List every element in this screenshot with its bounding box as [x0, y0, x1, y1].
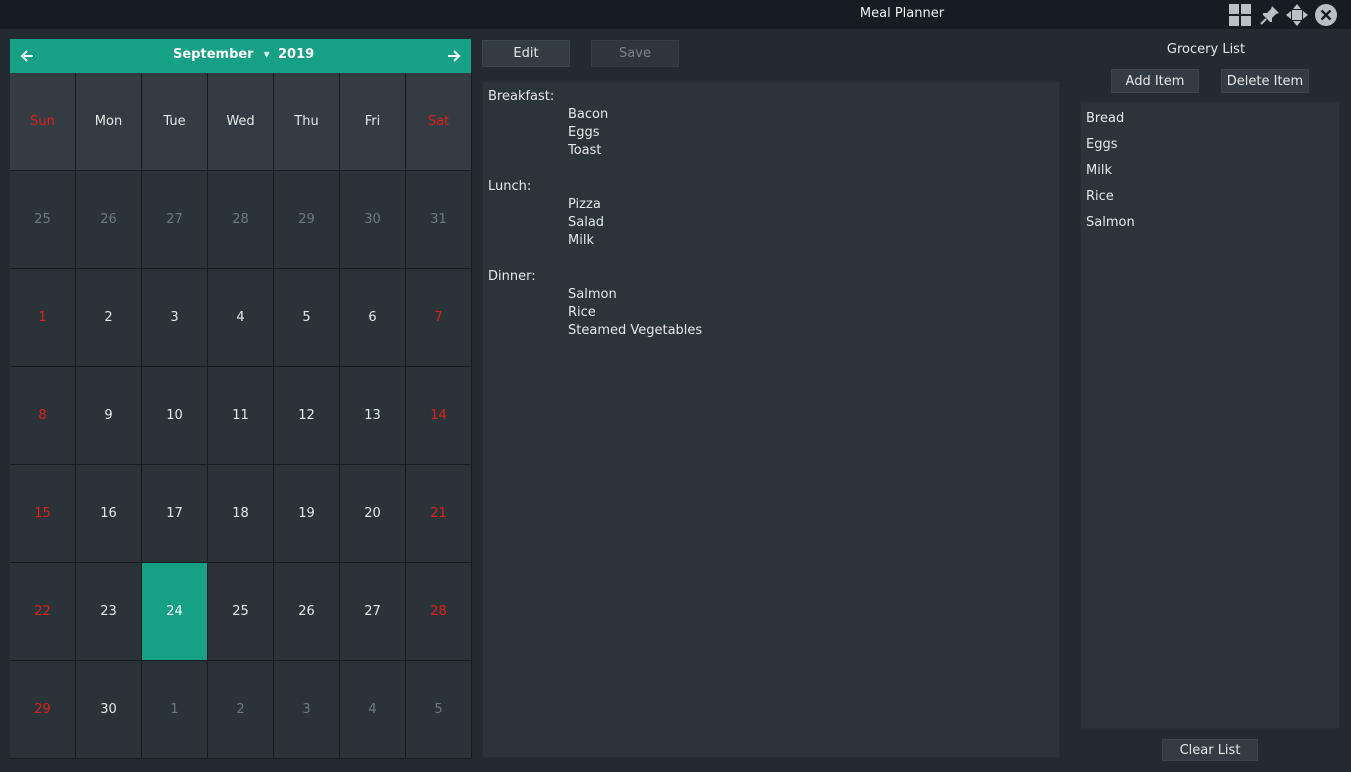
- list-item[interactable]: Milk: [1086, 158, 1334, 184]
- month-selector[interactable]: September ▼: [173, 47, 270, 62]
- calendar-day[interactable]: 12: [274, 367, 340, 465]
- calendar-day[interactable]: 4: [208, 269, 274, 367]
- calendar-day[interactable]: 9: [76, 367, 142, 465]
- calendar-day[interactable]: 21: [406, 465, 472, 563]
- calendar-day[interactable]: 2: [208, 661, 274, 759]
- calendar-day[interactable]: 30: [340, 171, 406, 269]
- calendar-day[interactable]: 13: [340, 367, 406, 465]
- calendar-day[interactable]: 4: [340, 661, 406, 759]
- window-title: Meal Planner: [859, 6, 945, 21]
- month-label: September: [173, 47, 254, 62]
- calendar-day[interactable]: 1: [10, 269, 76, 367]
- calendar-day[interactable]: 7: [406, 269, 472, 367]
- calendar-day[interactable]: 26: [274, 563, 340, 661]
- calendar-day[interactable]: 30: [76, 661, 142, 759]
- save-button[interactable]: Save: [591, 40, 679, 67]
- calendar-day[interactable]: 2: [76, 269, 142, 367]
- calendar-day[interactable]: 8: [10, 367, 76, 465]
- meal-item: Toast: [568, 143, 602, 158]
- arrow-left-icon: [20, 50, 33, 62]
- calendar-day[interactable]: 23: [76, 563, 142, 661]
- calendar-day[interactable]: 17: [142, 465, 208, 563]
- meal-plan-text-area[interactable]: Breakfast: Bacon Eggs Toast Lunch: Pizza…: [482, 81, 1060, 758]
- weekday-mon: Mon: [76, 73, 142, 171]
- calendar-day-selected[interactable]: 24: [142, 563, 208, 661]
- calendar-day[interactable]: 29: [10, 661, 76, 759]
- weekday-sun: Sun: [10, 73, 76, 171]
- calendar-day[interactable]: 5: [274, 269, 340, 367]
- move-icon[interactable]: [1285, 3, 1309, 27]
- arrow-right-icon: [448, 50, 461, 62]
- calendar-grid: Sun Mon Tue Wed Thu Fri Sat 25 26 27 28 …: [10, 73, 472, 759]
- previous-month-button[interactable]: [10, 39, 44, 73]
- meal-label: Lunch:: [488, 179, 532, 194]
- tile-windows-icon[interactable]: [1228, 3, 1252, 27]
- close-icon[interactable]: [1314, 3, 1338, 27]
- calendar-day[interactable]: 29: [274, 171, 340, 269]
- list-item[interactable]: Eggs: [1086, 132, 1334, 158]
- meal-item: Rice: [568, 305, 596, 320]
- calendar-day[interactable]: 20: [340, 465, 406, 563]
- meal-item: Salad: [568, 215, 605, 230]
- calendar-day[interactable]: 15: [10, 465, 76, 563]
- calendar-day[interactable]: 18: [208, 465, 274, 563]
- meal-section-dinner: Dinner: Salmon Rice Steamed Vegetables: [488, 268, 1054, 340]
- weekday-fri: Fri: [340, 73, 406, 171]
- grocery-list[interactable]: Bread Eggs Milk Rice Salmon: [1080, 101, 1340, 729]
- calendar-day[interactable]: 27: [142, 171, 208, 269]
- calendar-day[interactable]: 25: [10, 171, 76, 269]
- calendar-day[interactable]: 1: [142, 661, 208, 759]
- weekday-thu: Thu: [274, 73, 340, 171]
- calendar-day[interactable]: 26: [76, 171, 142, 269]
- calendar: September ▼ 2019 Sun Mon Tue Wed Thu Fri…: [10, 39, 472, 759]
- calendar-day[interactable]: 10: [142, 367, 208, 465]
- meal-item: Salmon: [568, 287, 617, 302]
- grocery-list-title: Grocery List: [1166, 42, 1246, 57]
- meal-item: Milk: [568, 233, 594, 248]
- delete-item-button[interactable]: Delete Item: [1221, 69, 1309, 93]
- calendar-day[interactable]: 3: [142, 269, 208, 367]
- meal-item: Steamed Vegetables: [568, 323, 703, 338]
- clear-list-button[interactable]: Clear List: [1162, 739, 1258, 761]
- calendar-day[interactable]: 19: [274, 465, 340, 563]
- calendar-day[interactable]: 28: [406, 563, 472, 661]
- chevron-down-icon: ▼: [263, 50, 270, 59]
- list-item[interactable]: Rice: [1086, 184, 1334, 210]
- add-item-button[interactable]: Add Item: [1111, 69, 1199, 93]
- pin-icon[interactable]: [1258, 3, 1282, 27]
- meal-label: Dinner:: [488, 269, 536, 284]
- meal-label: Breakfast:: [488, 89, 555, 104]
- calendar-day[interactable]: 14: [406, 367, 472, 465]
- weekday-sat: Sat: [406, 73, 472, 171]
- meal-item: Bacon: [568, 107, 609, 122]
- title-bar: Meal Planner: [0, 0, 1351, 29]
- calendar-day[interactable]: 22: [10, 563, 76, 661]
- calendar-day[interactable]: 27: [340, 563, 406, 661]
- calendar-header: September ▼ 2019: [10, 39, 471, 73]
- meal-item: Pizza: [568, 197, 601, 212]
- list-item[interactable]: Bread: [1086, 106, 1334, 132]
- calendar-day[interactable]: 25: [208, 563, 274, 661]
- list-item[interactable]: Salmon: [1086, 210, 1334, 236]
- calendar-day[interactable]: 3: [274, 661, 340, 759]
- edit-button[interactable]: Edit: [482, 40, 570, 67]
- meal-item: Eggs: [568, 125, 600, 140]
- year-selector[interactable]: 2019: [278, 47, 314, 62]
- calendar-day[interactable]: 6: [340, 269, 406, 367]
- next-month-button[interactable]: [437, 39, 471, 73]
- weekday-wed: Wed: [208, 73, 274, 171]
- calendar-day[interactable]: 28: [208, 171, 274, 269]
- calendar-day[interactable]: 16: [76, 465, 142, 563]
- calendar-day[interactable]: 5: [406, 661, 472, 759]
- meal-section-lunch: Lunch: Pizza Salad Milk: [488, 178, 1054, 250]
- calendar-day[interactable]: 31: [406, 171, 472, 269]
- calendar-day[interactable]: 11: [208, 367, 274, 465]
- weekday-tue: Tue: [142, 73, 208, 171]
- meal-section-breakfast: Breakfast: Bacon Eggs Toast: [488, 88, 1054, 160]
